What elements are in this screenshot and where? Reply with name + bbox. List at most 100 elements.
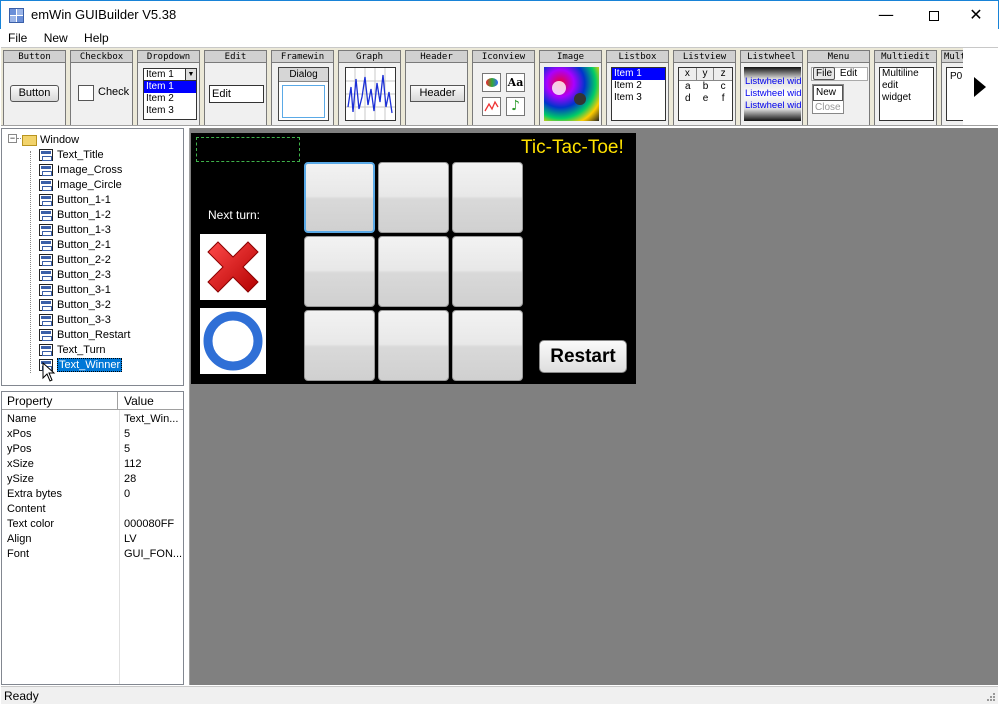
property-row[interactable]: Font GUI_FON... bbox=[2, 547, 183, 562]
title-bar: emWin GUIBuilder V5.38 — ✕ bbox=[0, 0, 999, 29]
checkbox-sample-box bbox=[78, 85, 94, 101]
column-header-property[interactable]: Property bbox=[2, 392, 118, 410]
button-2-3[interactable] bbox=[452, 236, 523, 307]
property-key: Extra bytes bbox=[7, 488, 63, 500]
tool-image[interactable]: Image bbox=[539, 50, 602, 125]
tool-listwheel[interactable]: Listwheel Listwheel wid Listwheel wid Li… bbox=[740, 50, 803, 125]
toolbar-scroll-right-button[interactable] bbox=[963, 48, 998, 125]
button-3-2[interactable] bbox=[378, 310, 449, 381]
tool-title: Listbox bbox=[607, 51, 668, 63]
tree-node-label: Button_2-3 bbox=[57, 269, 111, 281]
property-value[interactable]: Text_Win... bbox=[124, 412, 182, 427]
tool-header[interactable]: Header Header bbox=[405, 50, 468, 125]
button-3-1[interactable] bbox=[304, 310, 375, 381]
column-header-value[interactable]: Value bbox=[119, 392, 183, 410]
tree-node[interactable]: Text_Title bbox=[39, 148, 104, 163]
property-row[interactable]: Text color 000080FF bbox=[2, 517, 183, 532]
tree-node[interactable]: Button_3-1 bbox=[39, 283, 111, 298]
property-value[interactable]: 112 bbox=[124, 457, 182, 472]
property-row[interactable]: Extra bytes 0 bbox=[2, 487, 183, 502]
design-canvas[interactable]: Tic-Tac-Toe! Next turn: Restart bbox=[189, 128, 998, 685]
tree-node[interactable]: Button_3-3 bbox=[39, 313, 111, 328]
tool-title: Listview bbox=[674, 51, 735, 63]
listbox-item: Item 2 bbox=[614, 80, 642, 91]
tree-node[interactable]: Button_3-2 bbox=[39, 298, 111, 313]
minimize-button[interactable]: — bbox=[863, 1, 909, 30]
tool-framewin[interactable]: Framewin Dialog bbox=[271, 50, 334, 125]
tree-node[interactable]: Button_Restart bbox=[39, 328, 130, 343]
tree-node[interactable]: Button_1-2 bbox=[39, 208, 111, 223]
button-1-3[interactable] bbox=[452, 162, 523, 233]
tool-edit[interactable]: Edit Edit bbox=[204, 50, 267, 125]
property-row[interactable]: ySize 28 bbox=[2, 472, 183, 487]
property-row[interactable]: Content bbox=[2, 502, 183, 517]
property-row[interactable]: xSize 112 bbox=[2, 457, 183, 472]
tool-listbox[interactable]: Listbox Item 1 Item 2 Item 3 bbox=[606, 50, 669, 125]
edit-sample: Edit bbox=[209, 85, 264, 103]
widget-icon bbox=[39, 224, 53, 237]
menu-file[interactable]: File bbox=[8, 29, 27, 47]
text-winner-selection[interactable] bbox=[196, 137, 300, 162]
property-row[interactable]: Name Text_Win... bbox=[2, 412, 183, 427]
app-icon bbox=[9, 8, 24, 23]
property-value[interactable]: 000080FF bbox=[124, 517, 182, 532]
text-turn[interactable]: Next turn: bbox=[208, 208, 260, 222]
tree-node[interactable]: Image_Cross bbox=[39, 163, 122, 178]
tree-collapse-toggle[interactable]: − bbox=[8, 134, 17, 143]
button-1-2[interactable] bbox=[378, 162, 449, 233]
tool-title: Image bbox=[540, 51, 601, 63]
close-button[interactable]: ✕ bbox=[953, 1, 999, 30]
tool-button[interactable]: Button Button bbox=[3, 50, 66, 125]
button-2-1[interactable] bbox=[304, 236, 375, 307]
tool-iconview[interactable]: Iconview Aa ♪ bbox=[472, 50, 535, 125]
text-title[interactable]: Tic-Tac-Toe! bbox=[521, 137, 624, 159]
property-row[interactable]: Align LV bbox=[2, 532, 183, 547]
maximize-button[interactable] bbox=[911, 1, 957, 30]
menu-new[interactable]: New bbox=[44, 29, 68, 47]
tictactoe-dialog[interactable]: Tic-Tac-Toe! Next turn: Restart bbox=[191, 133, 636, 384]
restart-button[interactable]: Restart bbox=[539, 340, 627, 373]
tool-listview[interactable]: Listview x y z a b c d e f bbox=[673, 50, 736, 125]
property-value[interactable]: 0 bbox=[124, 487, 182, 502]
property-value[interactable]: 28 bbox=[124, 472, 182, 487]
tree-node-label: Button_2-1 bbox=[57, 239, 111, 251]
tool-graph[interactable]: Graph bbox=[338, 50, 401, 125]
image-cross[interactable] bbox=[200, 234, 266, 300]
tree-node[interactable]: Button_2-3 bbox=[39, 268, 111, 283]
property-row[interactable]: yPos 5 bbox=[2, 442, 183, 457]
property-value[interactable]: 5 bbox=[124, 427, 182, 442]
image-circle[interactable] bbox=[200, 308, 266, 374]
listwheel-item: Listwheel wid bbox=[745, 88, 801, 99]
tool-dropdown[interactable]: Dropdown Item 1 ▼ Item 1 Item 2 Item 3 bbox=[137, 50, 200, 125]
property-row[interactable]: xPos 5 bbox=[2, 427, 183, 442]
tool-menu[interactable]: Menu File Edit New Close bbox=[807, 50, 870, 125]
tree-node[interactable]: Button_1-1 bbox=[39, 193, 111, 208]
property-value[interactable]: 5 bbox=[124, 442, 182, 457]
tree-node[interactable]: Button_2-1 bbox=[39, 238, 111, 253]
multiedit-line: widget bbox=[882, 92, 911, 103]
button-3-3[interactable] bbox=[452, 310, 523, 381]
property-key: Name bbox=[7, 413, 37, 425]
widget-icon bbox=[39, 149, 53, 162]
property-key: Font bbox=[7, 548, 30, 560]
tool-multiedit[interactable]: Multiedit Multiline edit widget bbox=[874, 50, 937, 125]
property-key: xPos bbox=[7, 428, 32, 440]
listview-cell: f bbox=[721, 93, 725, 104]
arrow-right-icon bbox=[974, 77, 986, 97]
tree-node[interactable]: Image_Circle bbox=[39, 178, 122, 193]
menu-sample-item: New bbox=[813, 85, 843, 101]
property-value[interactable]: GUI_FON... bbox=[124, 547, 182, 562]
button-1-1[interactable] bbox=[304, 162, 375, 233]
button-2-2[interactable] bbox=[378, 236, 449, 307]
widget-icon bbox=[39, 164, 53, 177]
menu-help[interactable]: Help bbox=[84, 29, 109, 47]
tool-title: Checkbox bbox=[71, 51, 132, 63]
tree-root-window[interactable]: Window bbox=[22, 133, 79, 148]
tree-node[interactable]: Text_Turn bbox=[39, 343, 106, 358]
tree-node[interactable]: Button_2-2 bbox=[39, 253, 111, 268]
tree-node[interactable]: Button_1-3 bbox=[39, 223, 111, 238]
resize-grip-icon[interactable] bbox=[986, 692, 996, 702]
tool-checkbox[interactable]: Checkbox Check bbox=[70, 50, 133, 125]
listview-sample: x y z a b c d e f bbox=[678, 67, 733, 121]
property-value[interactable]: LV bbox=[124, 532, 182, 547]
